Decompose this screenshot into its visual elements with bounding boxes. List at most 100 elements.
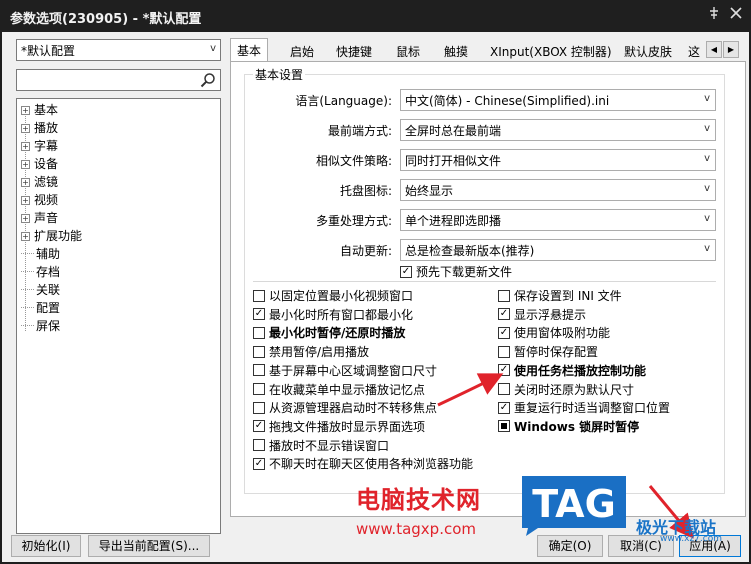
option-checkbox[interactable]: Windows 锁屏时暂停	[498, 418, 639, 436]
tag-logo-text: TAG	[532, 482, 616, 526]
expand-icon[interactable]: +	[21, 232, 30, 241]
option-checkbox[interactable]: 关闭时还原为默认尺寸	[498, 381, 634, 399]
similar-files-label: 相似文件策略:	[315, 154, 392, 168]
option-checkbox[interactable]: 以固定位置最小化视频窗口	[253, 287, 413, 305]
checkbox-box[interactable]	[253, 308, 265, 321]
tree-item[interactable]: + 基本	[21, 101, 58, 119]
checkbox-box[interactable]	[498, 420, 510, 433]
option-checkbox[interactable]: 重复运行时适当调整窗口位置	[498, 399, 670, 417]
tab-hotkeys[interactable]: 快捷键	[330, 40, 378, 62]
checkbox-box[interactable]	[253, 420, 265, 433]
expand-icon[interactable]: +	[21, 142, 30, 151]
settings-tree[interactable]: + 基本 + 播放 + 字幕 + 设备 + 滤镜 + 视频 + 声音 + 扩展功能 辅助 存档 关联 配置 屏保	[16, 98, 221, 534]
search-icon[interactable]	[200, 72, 216, 88]
option-checkbox[interactable]: 暂停时保存配置	[498, 343, 598, 361]
tab-xinput[interactable]: XInput(XBOX 控制器)	[484, 40, 618, 62]
option-checkbox[interactable]: 播放时不显示错误窗口	[253, 437, 389, 455]
expand-icon[interactable]: +	[21, 214, 30, 223]
expand-icon[interactable]: +	[21, 106, 30, 115]
expand-icon[interactable]: +	[21, 124, 30, 133]
checkbox-box[interactable]	[498, 345, 510, 358]
checkbox-box[interactable]	[253, 439, 265, 452]
checkbox-box[interactable]	[253, 457, 265, 470]
tree-item[interactable]: + 设备	[21, 155, 58, 173]
tab-startup[interactable]: 启始	[284, 40, 320, 62]
tree-item[interactable]: 屏保	[21, 317, 60, 335]
language-select[interactable]: 中文(简体) - Chinese(Simplified).ini v	[400, 89, 716, 111]
tab-default-skin[interactable]: 默认皮肤	[618, 40, 678, 62]
checkbox-box[interactable]	[498, 401, 510, 414]
multi-process-select[interactable]: 单个进程即选即播 v	[400, 209, 716, 231]
expand-icon[interactable]: +	[21, 160, 30, 169]
checkbox-box[interactable]	[253, 345, 265, 358]
checkbox-box[interactable]	[498, 308, 510, 321]
tab-basic[interactable]: 基本	[230, 38, 269, 62]
auto-update-select[interactable]: 总是检查最新版本(推荐) v	[400, 239, 716, 261]
tree-item[interactable]: 关联	[21, 281, 60, 299]
tab-scroll-right-icon[interactable]: ▶	[723, 41, 739, 58]
option-checkbox[interactable]: 基于屏幕中心区域调整窗口尺寸	[253, 362, 437, 380]
tab-more[interactable]: 这	[684, 40, 702, 62]
checkbox-label: 关闭时还原为默认尺寸	[514, 382, 635, 397]
tree-leaf-connector	[21, 317, 34, 326]
tree-item-label: 基本	[34, 103, 59, 117]
profile-select[interactable]: *默认配置 v	[16, 39, 221, 61]
chevron-down-icon: v	[704, 213, 710, 224]
option-checkbox[interactable]: 保存设置到 INI 文件	[498, 287, 622, 305]
tree-item-label: 扩展功能	[34, 229, 83, 243]
expand-icon[interactable]: +	[21, 178, 30, 187]
tab-scroll-left-icon[interactable]: ◀	[706, 41, 722, 58]
tree-item[interactable]: + 扩展功能	[21, 227, 82, 245]
checkbox-box[interactable]	[498, 326, 510, 339]
topmost-select[interactable]: 全屏时总在最前端 v	[400, 119, 716, 141]
reset-button[interactable]: 初始化(I)	[11, 535, 81, 557]
checkbox-label: 从资源管理器启动时不转移焦点	[269, 401, 438, 416]
topmost-value: 全屏时总在最前端	[405, 124, 502, 138]
tray-icon-select[interactable]: 始终显示 v	[400, 179, 716, 201]
checkbox-label: 显示浮悬提示	[514, 307, 587, 322]
tree-item[interactable]: + 播放	[21, 119, 58, 137]
checkbox-box[interactable]	[498, 383, 510, 395]
tab-touch[interactable]: 触摸	[438, 40, 474, 62]
tree-item[interactable]: 配置	[21, 299, 60, 317]
tree-item[interactable]: + 滤镜	[21, 173, 58, 191]
option-checkbox[interactable]: 不聊天时在聊天区使用各种浏览器功能	[253, 455, 473, 473]
tree-item[interactable]: + 字幕	[21, 137, 58, 155]
tree-item[interactable]: + 视频	[21, 191, 58, 209]
option-checkbox[interactable]: 禁用暂停/启用播放	[253, 343, 369, 361]
tab-mouse[interactable]: 鼠标	[390, 40, 426, 62]
checkbox-box[interactable]	[400, 265, 412, 278]
checkbox-box[interactable]	[253, 383, 265, 395]
checkbox-label: 不聊天时在聊天区使用各种浏览器功能	[269, 457, 474, 472]
option-checkbox[interactable]: 最小化时暂停/还原时播放	[253, 324, 405, 342]
title-bar: 参数选项(230905) - *默认配置	[0, 0, 751, 32]
search-input[interactable]	[16, 69, 221, 91]
ok-button[interactable]: 确定(O)	[537, 535, 603, 557]
close-icon[interactable]	[727, 6, 745, 24]
chevron-down-icon: v	[210, 43, 216, 54]
tree-item-label: 屏保	[36, 319, 61, 333]
checkbox-box[interactable]	[253, 401, 265, 414]
checkbox-box[interactable]	[253, 289, 265, 302]
tree-item[interactable]: + 声音	[21, 209, 58, 227]
checkbox-box[interactable]	[498, 364, 510, 377]
option-checkbox[interactable]: 显示浮悬提示	[498, 306, 586, 324]
checkbox-label: 保存设置到 INI 文件	[514, 289, 622, 303]
option-checkbox[interactable]: 最小化时所有窗口都最小化	[253, 306, 413, 324]
option-checkbox[interactable]: 在收藏菜单中显示播放记忆点	[253, 381, 425, 399]
option-checkbox[interactable]: 使用窗体吸附功能	[498, 324, 610, 342]
similar-files-select[interactable]: 同时打开相似文件 v	[400, 149, 716, 171]
option-checkbox[interactable]: 拖拽文件播放时显示界面选项	[253, 418, 425, 436]
option-checkbox[interactable]: 使用任务栏播放控制功能	[498, 362, 646, 380]
tree-item[interactable]: 存档	[21, 263, 60, 281]
checkbox-box[interactable]	[253, 326, 265, 339]
tree-leaf-connector	[21, 245, 34, 254]
tree-item[interactable]: 辅助	[21, 245, 60, 263]
checkbox-box[interactable]	[498, 289, 510, 302]
checkbox-box[interactable]	[253, 364, 265, 377]
option-checkbox[interactable]: 从资源管理器启动时不转移焦点	[253, 399, 437, 417]
export-config-button[interactable]: 导出当前配置(S)...	[88, 535, 210, 557]
predownload-checkbox[interactable]: 预先下载更新文件	[400, 263, 512, 281]
expand-icon[interactable]: +	[21, 196, 30, 205]
pin-icon[interactable]	[705, 6, 723, 24]
